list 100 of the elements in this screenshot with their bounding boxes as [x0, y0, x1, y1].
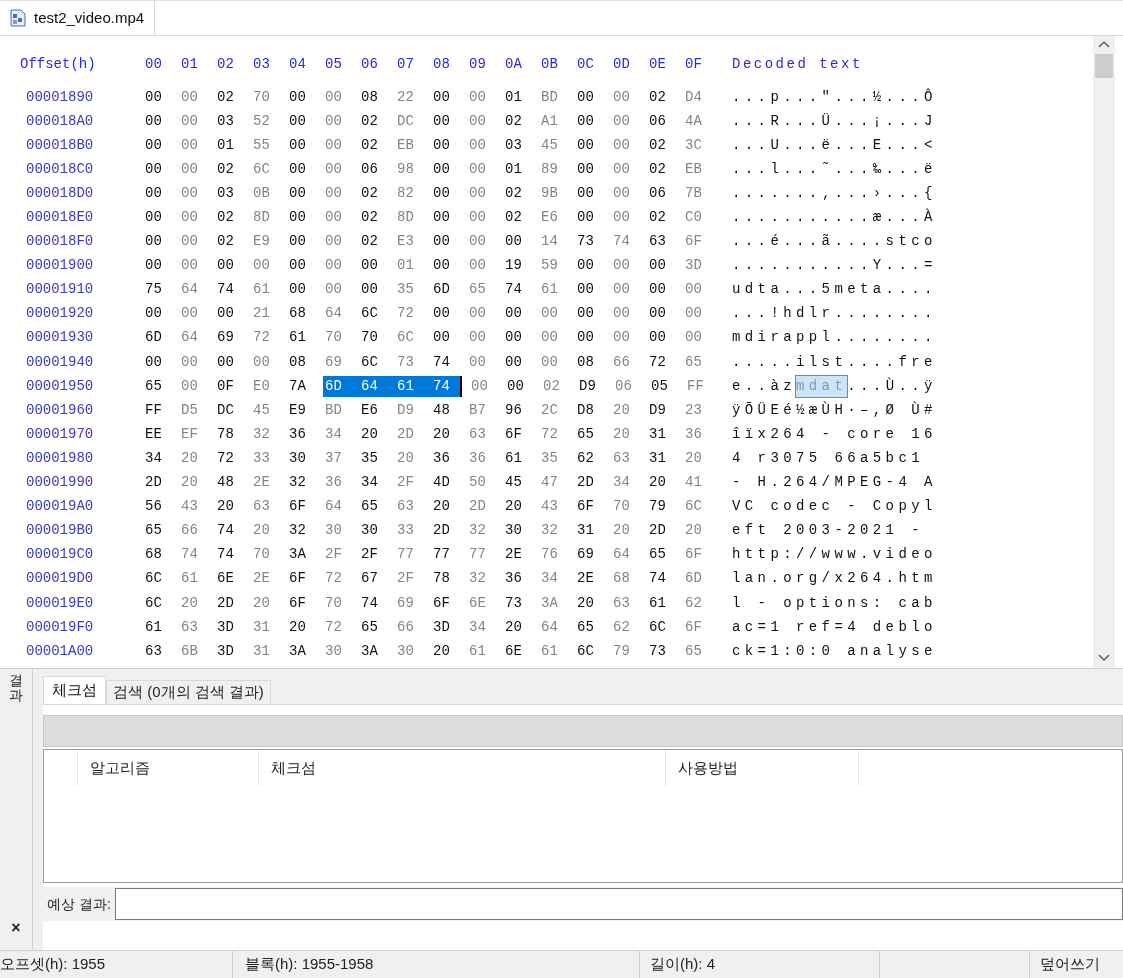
- row-offset: 00001940: [26, 352, 95, 372]
- byte-value: 63: [469, 424, 487, 444]
- panel-tab[interactable]: 체크섬: [43, 676, 106, 704]
- byte-value: 01: [505, 159, 523, 179]
- column-header[interactable]: 알고리즘: [78, 750, 259, 786]
- byte-value: 03: [217, 183, 235, 203]
- byte-value: 00: [469, 304, 487, 324]
- byte-value: 2D: [577, 473, 595, 493]
- byte-value: 30: [325, 521, 343, 541]
- column-header: 04: [289, 55, 307, 74]
- byte-value: 61: [469, 641, 487, 661]
- byte-value: 66: [181, 521, 199, 541]
- byte-value: 30: [505, 521, 523, 541]
- byte-value: 66: [613, 352, 631, 372]
- row-offset: 00001960: [26, 400, 95, 420]
- byte-value: 77: [469, 545, 487, 565]
- byte-value: 34: [325, 424, 343, 444]
- byte-value: 00: [577, 183, 595, 203]
- byte-value: 35: [541, 448, 559, 468]
- byte-value: 02: [505, 208, 523, 227]
- byte-value: 77: [397, 545, 415, 565]
- byte-value: 6C: [361, 352, 379, 372]
- byte-value: 00: [289, 135, 307, 155]
- row-offset: 00001930: [26, 328, 95, 348]
- byte-value: BD: [325, 400, 343, 420]
- byte-value: 00: [181, 256, 199, 276]
- decoded-text: eft 2003-2021 -: [732, 521, 925, 541]
- byte-value: 20: [613, 400, 631, 420]
- byte-value: EB: [397, 135, 415, 155]
- byte-value: 00: [613, 256, 631, 276]
- byte-value: 63: [397, 497, 415, 517]
- byte-value: 70: [325, 328, 343, 348]
- byte-value: 3A: [361, 641, 379, 661]
- byte-value: 61: [505, 448, 523, 468]
- byte-value: 00: [289, 280, 307, 300]
- byte-value: 00: [181, 111, 199, 131]
- byte-value: 76: [541, 545, 559, 565]
- row-offset: 00001970: [26, 424, 95, 444]
- byte-value: 2F: [397, 473, 415, 493]
- byte-value: 02: [361, 208, 379, 227]
- decoded-text: ac=1 ref=4 deblo: [732, 617, 937, 637]
- byte-value: 34: [361, 473, 379, 493]
- byte-value: 6C: [253, 159, 271, 179]
- byte-value: 00: [433, 87, 451, 107]
- byte-value: 72: [325, 617, 343, 637]
- byte-value: 00: [541, 304, 559, 324]
- scrollbar[interactable]: [1093, 36, 1115, 668]
- byte-value: 2F: [325, 545, 343, 565]
- byte-value: 32: [469, 569, 487, 589]
- byte-value: 32: [253, 424, 271, 444]
- byte-value: 79: [649, 497, 667, 517]
- byte-value: 6D: [325, 376, 343, 396]
- close-button[interactable]: ×: [11, 920, 21, 936]
- byte-value: 02: [217, 232, 235, 252]
- byte-value: 74: [433, 376, 451, 396]
- row-offset: 000019F0: [26, 617, 95, 637]
- byte-value: C0: [685, 208, 703, 227]
- column-header: 03: [253, 55, 271, 74]
- byte-value: 74: [217, 545, 235, 565]
- column-header[interactable]: 사용방법: [666, 750, 859, 786]
- byte-value: 20: [577, 593, 595, 613]
- column-header: 0E: [649, 55, 667, 74]
- byte-value: 02: [649, 159, 667, 179]
- column-header[interactable]: 체크섬: [259, 750, 666, 786]
- scroll-up-icon[interactable]: [1098, 40, 1110, 48]
- byte-value: 74: [433, 352, 451, 372]
- byte-value: 36: [433, 448, 451, 468]
- byte-value: 61: [253, 280, 271, 300]
- byte-value: 31: [649, 448, 667, 468]
- byte-value: E6: [541, 208, 559, 227]
- byte-value: 3D: [217, 617, 235, 637]
- expected-result-field[interactable]: [114, 888, 1123, 920]
- byte-value: 74: [613, 232, 631, 252]
- byte-value: 3A: [289, 545, 307, 565]
- byte-value: D4: [685, 87, 703, 107]
- byte-value: 02: [217, 159, 235, 179]
- byte-value: 00: [649, 256, 667, 276]
- byte-value: 00: [289, 87, 307, 107]
- byte-value: 01: [397, 256, 415, 276]
- byte-value: 20: [361, 424, 379, 444]
- column-header: 08: [433, 55, 451, 74]
- row-offset: 000018C0: [26, 159, 95, 179]
- byte-value: 6F: [289, 569, 307, 589]
- scroll-thumb[interactable]: [1095, 54, 1113, 78]
- byte-value: 20: [181, 593, 199, 613]
- byte-value: 74: [181, 545, 199, 565]
- byte-value: 03: [505, 135, 523, 155]
- panel-tab[interactable]: 검색 (0개의 검색 결과): [106, 680, 271, 704]
- row-offset: 00001980: [26, 448, 95, 468]
- byte-value: 19: [505, 256, 523, 276]
- byte-value: 00: [469, 183, 487, 203]
- byte-value: 00: [289, 111, 307, 131]
- byte-value: 00: [145, 87, 163, 107]
- byte-value: D9: [649, 400, 667, 420]
- byte-value: 00: [469, 232, 487, 252]
- scroll-down-icon[interactable]: [1098, 654, 1110, 662]
- byte-value: 8D: [397, 208, 415, 227]
- byte-value: DC: [397, 111, 415, 131]
- byte-value: 47: [541, 473, 559, 493]
- byte-value: 6F: [433, 593, 451, 613]
